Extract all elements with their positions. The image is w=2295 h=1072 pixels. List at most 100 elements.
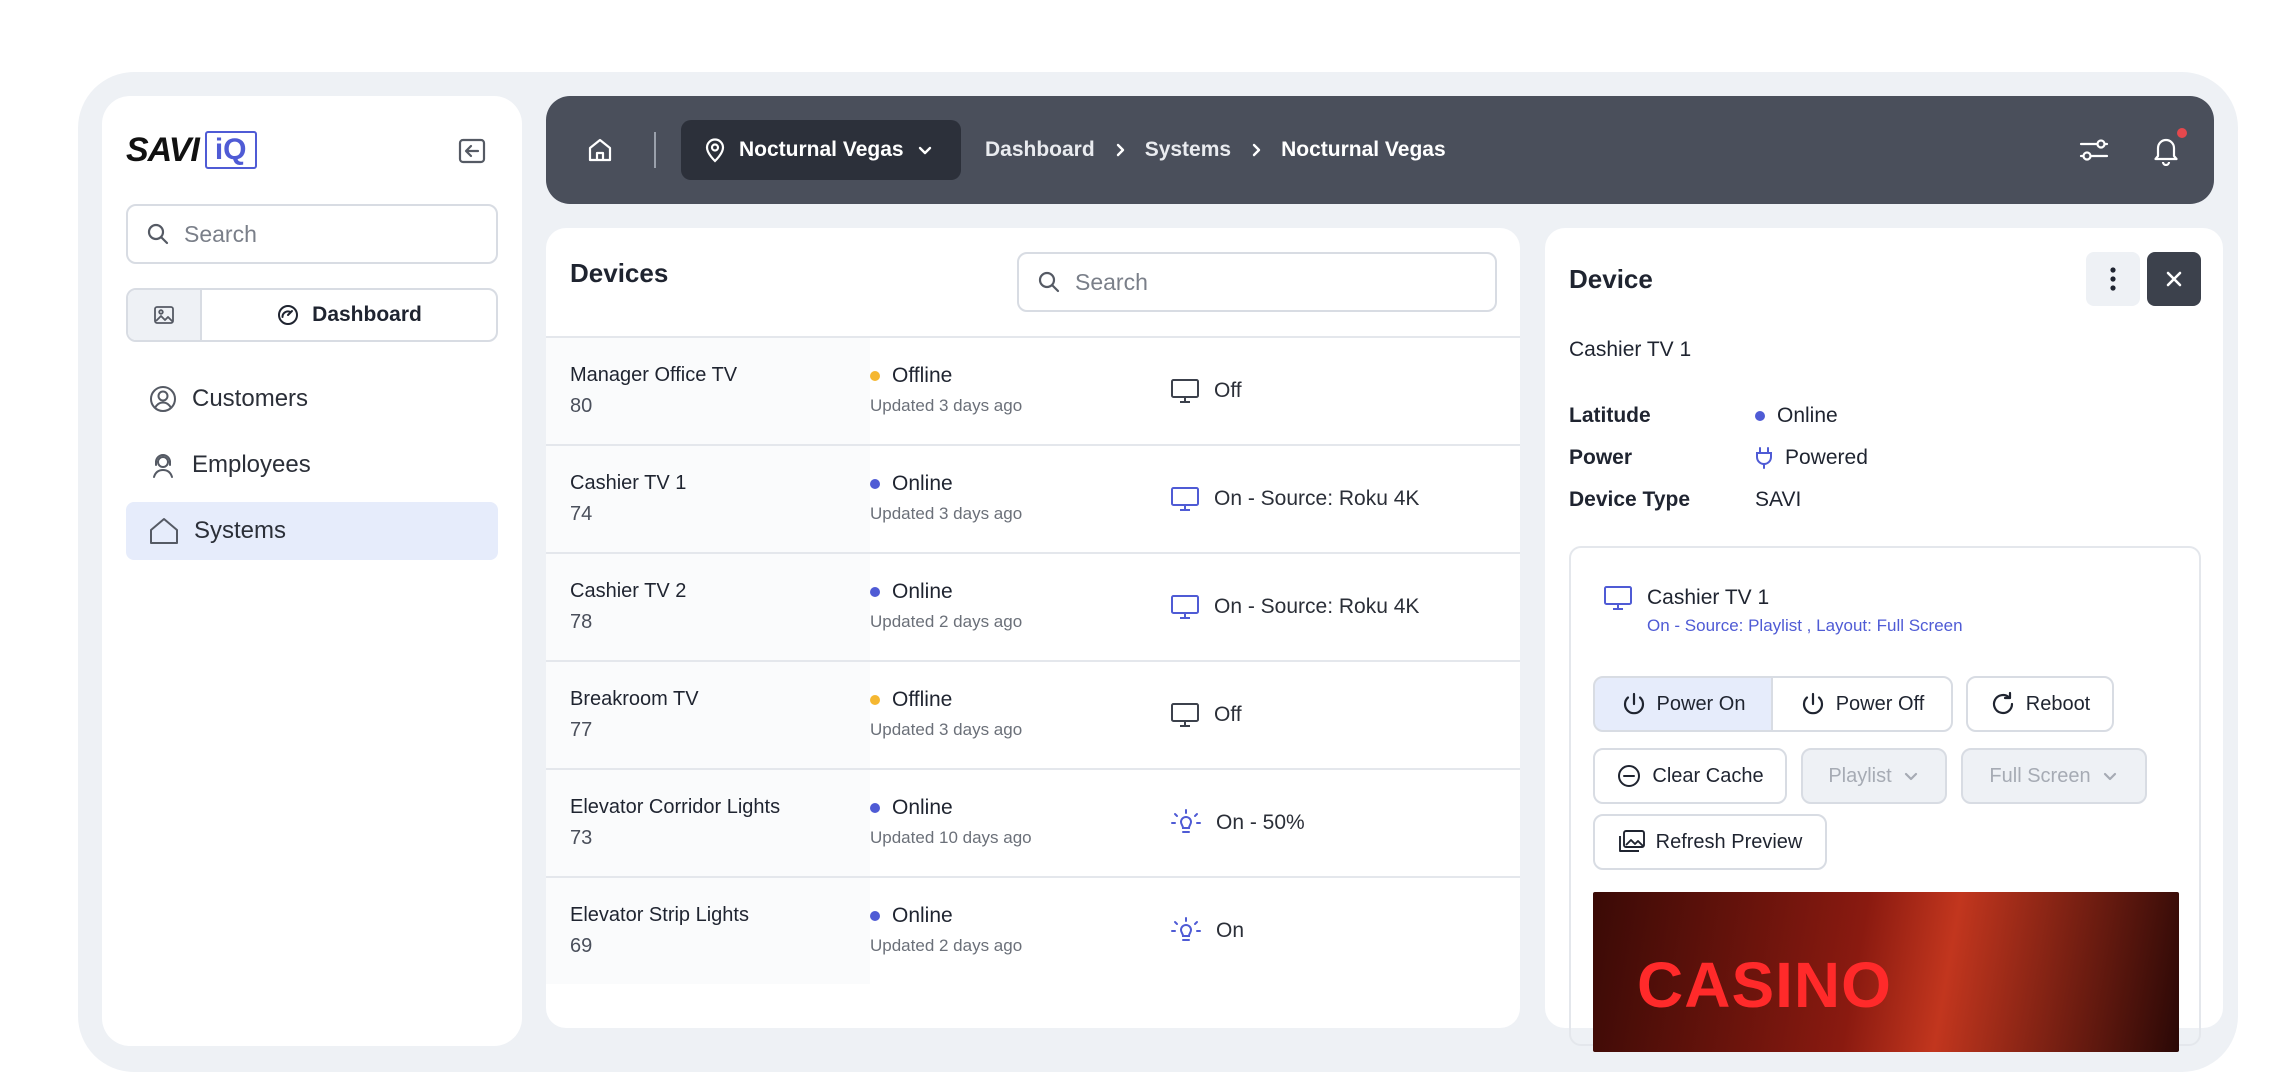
layout-select[interactable]: Full Screen (1961, 748, 2147, 804)
device-row[interactable]: Elevator Strip Lights 69 Online Updated 2 d… (546, 876, 1520, 984)
sidebar-search[interactable] (126, 204, 498, 264)
field-key: Power (1569, 446, 1633, 469)
device-row[interactable]: Cashier TV 1 74 Online Updated 3 days ago On… (546, 444, 1520, 552)
device-status-cell: Online Updated 2 days ago (870, 878, 1170, 984)
view-toggle: Dashboard (126, 288, 498, 342)
power-icon (1623, 692, 1644, 715)
field-value: SAVI (1755, 488, 1802, 511)
device-state: On - Source: Roku 4K (1214, 487, 1420, 510)
updated-time: Updated 3 days ago (870, 396, 1023, 415)
location-selector[interactable]: Nocturnal Vegas (681, 120, 961, 180)
device-name: Breakroom TV (570, 688, 699, 710)
more-vertical-icon (2110, 267, 2116, 291)
clear-cache-label: Clear Cache (1652, 764, 1764, 787)
status-dot (870, 587, 880, 597)
logo-badge: iQ (204, 131, 257, 169)
close-button[interactable] (2147, 252, 2201, 306)
power-on-label: Power On (1656, 692, 1746, 715)
breadcrumb-systems[interactable]: Systems (1145, 138, 1231, 162)
reboot-label: Reboot (2025, 692, 2091, 715)
plug-icon (1756, 447, 1772, 469)
layout-select-label: Full Screen (1989, 764, 2091, 787)
device-detail-panel: Device Cashier TV 1 Latitude Online Powe… (1545, 228, 2223, 1052)
updated-time: Updated 2 days ago (870, 936, 1023, 955)
status-dot (870, 695, 880, 705)
divider (654, 132, 656, 168)
sidebar-item-systems[interactable]: Systems (126, 502, 498, 560)
sidebar-item-label: Customers (192, 385, 309, 412)
app-logo[interactable]: SAVI iQ (126, 130, 257, 170)
more-options-button[interactable] (2086, 252, 2140, 306)
device-status-cell: Online Updated 3 days ago (870, 446, 1170, 552)
notification-badge (2177, 128, 2187, 138)
dashboard-view-button[interactable]: Dashboard (202, 290, 496, 340)
sidebar-item-employees[interactable]: Employees (126, 436, 498, 494)
card-status-subtitle: On - Source: Playlist , Layout: Full Scr… (1647, 616, 1963, 635)
breadcrumb-dashboard[interactable]: Dashboard (985, 138, 1095, 162)
location-label: Nocturnal Vegas (739, 138, 904, 161)
power-off-button[interactable]: Power Off (1771, 676, 1953, 732)
device-row[interactable]: Breakroom TV 77 Offline Updated 3 days ago O… (546, 660, 1520, 768)
dashboard-view-label: Dashboard (312, 303, 422, 326)
device-state: On - 50% (1216, 811, 1305, 834)
device-row[interactable]: Cashier TV 2 78 Online Updated 2 days ago On… (546, 552, 1520, 660)
sidebar-item-label: Employees (192, 451, 311, 478)
gallery-view-button[interactable] (128, 290, 202, 340)
device-row[interactable]: Elevator Corridor Lights 73 Online Updated … (546, 768, 1520, 876)
device-identity-cell: Elevator Corridor Lights 73 (546, 770, 870, 876)
power-off-label: Power Off (1835, 692, 1925, 715)
collapse-left-icon (458, 138, 486, 164)
power-on-button[interactable]: Power On (1593, 676, 1773, 732)
clear-cache-button[interactable]: Clear Cache (1593, 748, 1787, 804)
devices-search[interactable] (1017, 252, 1497, 312)
device-identity-cell: Manager Office TV 80 (546, 338, 870, 444)
devices-list: Manager Office TV 80 Offline Updated 3 days… (546, 336, 1520, 984)
field-power: Power Powered (1569, 446, 1868, 470)
search-icon (1038, 271, 1060, 293)
house-icon (150, 518, 178, 544)
device-control-card: Cashier TV 1 On - Source: Playlist , Lay… (1569, 546, 2201, 1052)
device-number: 74 (570, 503, 593, 525)
device-state-cell: On - 50% (1170, 770, 1520, 876)
sliders-icon (2079, 139, 2109, 161)
sidebar-item-customers[interactable]: Customers (126, 370, 498, 428)
collapse-sidebar-button[interactable] (456, 136, 488, 166)
status-dot (870, 371, 880, 381)
devices-search-input[interactable] (1075, 268, 1455, 296)
status-dot (870, 911, 880, 921)
sidebar-search-input[interactable] (184, 220, 464, 248)
device-number: 77 (570, 719, 593, 741)
device-number: 80 (570, 395, 593, 417)
device-status-cell: Online Updated 2 days ago (870, 554, 1170, 660)
headset-user-icon (153, 454, 173, 478)
detail-title: Device (1569, 264, 1653, 294)
field-device-type: Device Type SAVI (1569, 488, 1801, 512)
monitor-icon (1604, 586, 1632, 610)
status-dot (870, 803, 880, 813)
home-button[interactable] (580, 130, 620, 170)
playlist-select[interactable]: Playlist (1801, 748, 1947, 804)
device-name: Cashier TV 1 (570, 472, 687, 494)
status-label: Offline (892, 364, 953, 387)
search-icon (147, 223, 169, 245)
device-number: 78 (570, 611, 593, 633)
device-name: Elevator Strip Lights (570, 904, 749, 926)
device-state: Off (1214, 379, 1242, 402)
status-label: Offline (892, 688, 953, 711)
device-state: Off (1214, 703, 1242, 726)
device-row[interactable]: Manager Office TV 80 Offline Updated 3 days… (546, 336, 1520, 444)
device-number: 69 (570, 935, 593, 957)
chevron-down-icon (2103, 772, 2116, 781)
bell-icon (2154, 138, 2178, 166)
filters-button[interactable] (2074, 130, 2114, 170)
device-number: 73 (570, 827, 593, 849)
monitor-icon (1170, 593, 1200, 621)
refresh-preview-button[interactable]: Refresh Preview (1593, 814, 1827, 870)
map-pin-icon (705, 138, 725, 163)
field-key: Device Type (1569, 488, 1691, 511)
devices-title: Devices (570, 258, 669, 288)
reboot-button[interactable]: Reboot (1966, 676, 2114, 732)
status-label: Online (892, 580, 953, 603)
device-name: Manager Office TV (570, 364, 738, 386)
device-status-cell: Online Updated 10 days ago (870, 770, 1170, 876)
